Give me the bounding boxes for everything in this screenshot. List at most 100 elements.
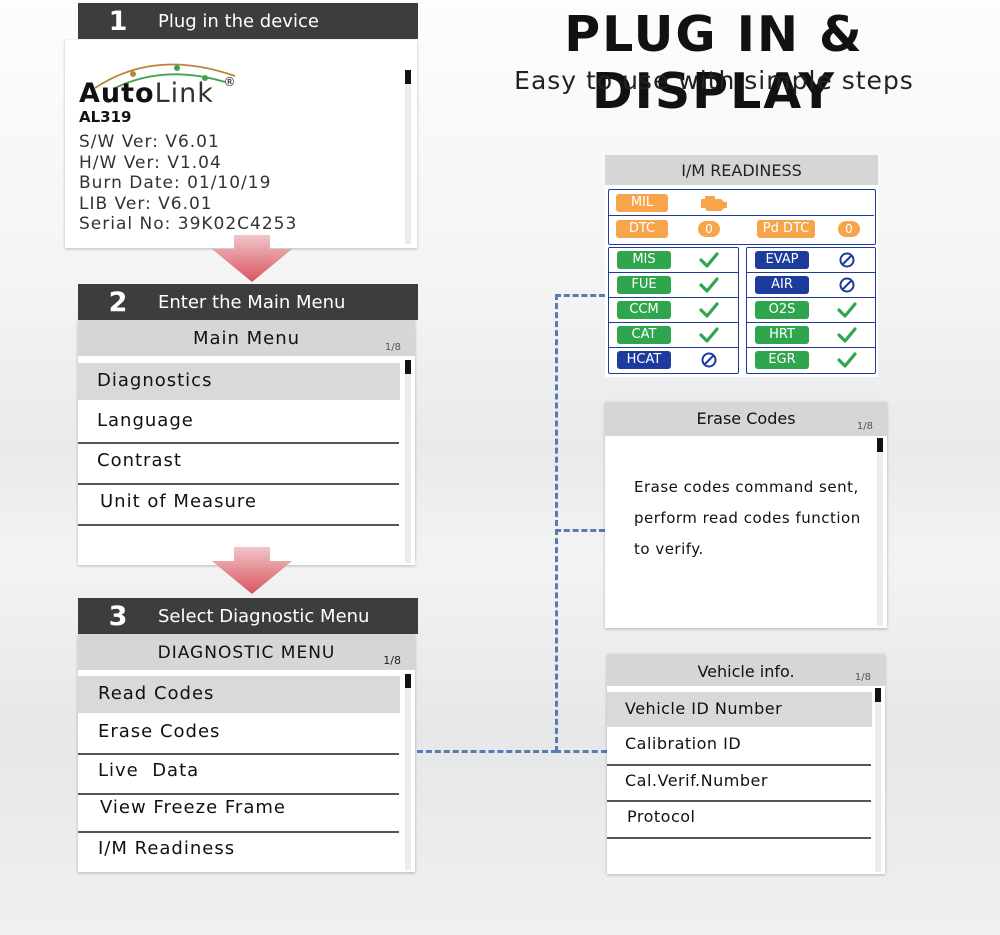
page-indicator: 1/8	[854, 672, 871, 683]
lib-version: LIB Ver: V6.01	[79, 193, 213, 214]
check-engine-icon	[701, 196, 727, 211]
divider	[609, 215, 874, 216]
menu-item-im-readiness[interactable]: I/M Readiness	[78, 833, 400, 869]
main-menu-title: Main Menu	[78, 320, 415, 356]
scrollbar-thumb[interactable]	[877, 438, 883, 452]
monitor-egr-label: EGR	[755, 351, 809, 369]
check-icon	[837, 302, 857, 318]
sw-version: S/W Ver: V6.01	[79, 132, 220, 152]
connector-line	[555, 750, 607, 753]
step-number: 3	[108, 600, 128, 632]
step-label: Select Diagnostic Menu	[158, 605, 370, 627]
divider	[747, 297, 875, 298]
check-icon	[699, 302, 719, 318]
check-icon	[699, 277, 719, 293]
scrollbar-thumb[interactable]	[875, 688, 881, 702]
connector-line	[555, 294, 558, 752]
monitor-evap-label: EVAP	[755, 251, 809, 269]
main-menu-screen: Main Menu 1/8 Diagnostics Language Contr…	[78, 320, 415, 565]
page-indicator: 1/8	[856, 421, 873, 432]
dtc-label: DTC	[616, 220, 668, 238]
im-readiness-title: I/M READINESS	[605, 155, 878, 185]
diagnostic-menu-screen: DIAGNOSTIC MENU 1/8 Read Codes Erase Cod…	[78, 634, 415, 872]
im-monitor-group-right: EVAP AIR O2S HRT EGR	[746, 247, 876, 374]
monitor-o2s-label: O2S	[755, 301, 809, 319]
device-model: AL319	[79, 108, 132, 126]
scrollbar-thumb[interactable]	[405, 360, 411, 374]
monitor-fue-label: FUE	[617, 276, 671, 294]
divider	[78, 524, 399, 526]
scrollbar[interactable]	[405, 70, 411, 244]
scrollbar[interactable]	[405, 360, 411, 563]
dtc-count: 0	[698, 221, 720, 237]
menu-item-vehicle-id-number[interactable]: Vehicle ID Number	[607, 692, 872, 727]
menu-item-cal-verif-number[interactable]: Cal.Verif.Number	[607, 766, 872, 800]
divider	[747, 272, 875, 273]
step-number: 2	[108, 286, 128, 318]
burn-date: Burn Date: 01/10/19	[79, 173, 272, 194]
page-indicator: 1/8	[384, 342, 401, 353]
divider	[747, 322, 875, 323]
check-icon	[837, 327, 857, 343]
scrollbar[interactable]	[405, 674, 411, 870]
monitor-air-label: AIR	[755, 276, 809, 294]
step-2-header: 2 Enter the Main Menu	[78, 284, 418, 320]
step-label: Plug in the device	[158, 10, 319, 32]
step-3-header: 3 Select Diagnostic Menu	[78, 598, 418, 634]
down-arrow-icon	[212, 235, 292, 282]
pd-dtc-label: Pd DTC	[757, 220, 815, 238]
menu-item-diagnostics[interactable]: Diagnostics	[78, 363, 400, 400]
not-applicable-icon	[839, 277, 855, 293]
monitor-cat-label: CAT	[617, 326, 671, 344]
monitor-ccm-label: CCM	[617, 301, 671, 319]
menu-item-read-codes[interactable]: Read Codes	[78, 676, 400, 713]
check-icon	[699, 327, 719, 343]
im-readiness-screen: I/M READINESS MIL DTC 0 Pd DTC 0 MIS FUE C…	[605, 155, 878, 377]
im-monitor-group-left: MIS FUE CCM CAT HCAT	[608, 247, 739, 374]
hw-version: H/W Ver: V1.04	[79, 152, 222, 173]
menu-item-view-freeze-frame[interactable]: View Freeze Frame	[78, 794, 400, 830]
vehicle-info-title: Vehicle info.	[607, 654, 885, 686]
scrollbar-thumb[interactable]	[405, 70, 411, 84]
down-arrow-icon	[212, 547, 292, 594]
menu-item-erase-codes[interactable]: Erase Codes	[78, 715, 400, 751]
diagnostic-menu-title: DIAGNOSTIC MENU	[78, 634, 415, 670]
menu-item-calibration-id[interactable]: Calibration ID	[607, 729, 872, 763]
erase-codes-title: Erase Codes	[605, 402, 887, 436]
menu-item-language[interactable]: Language	[78, 404, 400, 440]
brand-logo: AutoLink ®	[79, 75, 237, 109]
vehicle-info-screen: Vehicle info. 1/8 Vehicle ID Number Cali…	[607, 654, 885, 874]
brand-auto: Auto	[79, 78, 155, 109]
registered-mark: ®	[223, 75, 237, 89]
erase-codes-message: Erase codes command sent, perform read c…	[634, 472, 861, 565]
brand-link: Link	[154, 78, 214, 109]
serial-number: Serial No: 39K02C4253	[79, 214, 298, 235]
connector-line	[555, 529, 605, 532]
message-line: Erase codes command sent,	[634, 478, 859, 496]
monitor-hcat-label: HCAT	[617, 351, 671, 369]
message-line: to verify.	[634, 540, 704, 558]
divider	[609, 272, 738, 273]
pd-dtc-count: 0	[838, 221, 860, 237]
monitor-hrt-label: HRT	[755, 326, 809, 344]
scrollbar[interactable]	[875, 688, 881, 872]
monitor-mis-label: MIS	[617, 251, 671, 269]
not-applicable-icon	[701, 352, 717, 368]
connector-line	[417, 750, 557, 753]
hero-subtitle: Easy to use with simple steps	[514, 66, 914, 95]
step-number: 1	[108, 5, 128, 37]
erase-codes-screen: Erase Codes 1/8 Erase codes command sent…	[605, 402, 887, 628]
message-line: perform read codes function	[634, 509, 861, 527]
scrollbar[interactable]	[877, 438, 883, 626]
menu-item-contrast[interactable]: Contrast	[78, 444, 400, 482]
menu-item-unit-of-measure[interactable]: Unit of Measure	[78, 485, 400, 523]
step-1-header: 1 Plug in the device	[78, 3, 418, 39]
page-indicator: 1/8	[383, 654, 401, 667]
menu-item-live-data[interactable]: Live Data	[78, 755, 400, 791]
device-info-screen: AutoLink ® AL319 S/W Ver: V6.01 H/W Ver:…	[65, 40, 417, 248]
check-icon	[837, 352, 857, 368]
menu-item-protocol[interactable]: Protocol	[607, 802, 872, 836]
divider	[609, 297, 738, 298]
connector-line	[555, 294, 605, 297]
scrollbar-thumb[interactable]	[405, 674, 411, 688]
